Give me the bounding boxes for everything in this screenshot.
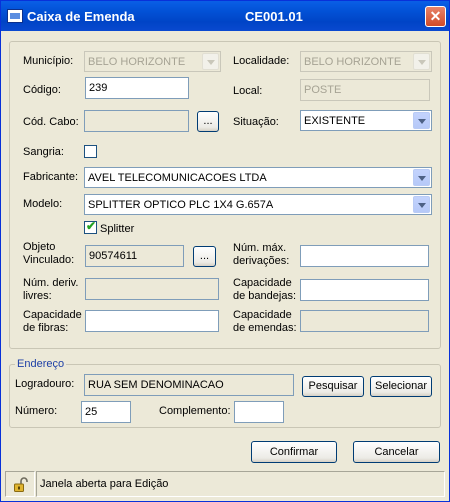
window-icon xyxy=(7,9,23,23)
close-icon[interactable]: ✕ xyxy=(425,6,446,27)
codigo-label: Código: xyxy=(23,84,61,96)
num-max-derivacoes-input[interactable] xyxy=(300,245,429,267)
modelo-label: Modelo: xyxy=(23,198,63,210)
num-deriv-label-line1: Núm. deriv. xyxy=(23,277,79,289)
fabricante-value: AVEL TELECOMUNICACOES LTDA xyxy=(88,172,267,184)
local-input[interactable]: POSTE xyxy=(300,79,430,101)
local-label: Local: xyxy=(233,85,263,97)
cod-cabo-input[interactable] xyxy=(84,110,189,132)
chevron-down-icon xyxy=(202,53,219,70)
num-max-label-line1: Núm. máx. xyxy=(233,242,287,254)
num-deriv-label-line2: livres: xyxy=(23,290,52,302)
sangria-checkbox[interactable] xyxy=(84,145,97,158)
objeto-browse-button[interactable]: ... xyxy=(193,246,216,267)
municipio-select[interactable]: BELO HORIZONTE xyxy=(84,51,221,72)
cap-fibras-label-line1: Capacidade xyxy=(23,309,82,321)
objeto-label-line2: Vinculado: xyxy=(23,254,75,266)
complemento-input[interactable] xyxy=(234,401,284,423)
cap-emendas-label-line1: Capacidade xyxy=(233,309,292,321)
cancelar-button[interactable]: Cancelar xyxy=(353,441,440,463)
modelo-value: SPLITTER OPTICO PLC 1X4 G.657A xyxy=(88,199,274,211)
cap-emendas-input[interactable] xyxy=(300,310,429,332)
localidade-label: Localidade: xyxy=(233,55,290,67)
padlock-open-icon xyxy=(14,477,28,492)
complemento-label: Complemento: xyxy=(159,405,231,417)
selecionar-button[interactable]: Selecionar xyxy=(370,376,432,397)
cap-bandejas-label-line2: de bandejas: xyxy=(233,290,296,302)
cod-cabo-browse-button[interactable]: ... xyxy=(197,111,219,132)
localidade-value: BELO HORIZONTE xyxy=(304,56,402,68)
situacao-label: Situação: xyxy=(233,116,279,128)
chevron-down-icon xyxy=(413,196,430,213)
municipio-label: Município: xyxy=(23,55,74,67)
fabricante-select[interactable]: AVEL TELECOMUNICACOES LTDA xyxy=(84,167,432,188)
splitter-checkbox[interactable]: ✔ xyxy=(84,219,97,234)
objeto-vinculado-input[interactable]: 90574611 xyxy=(85,245,184,267)
window-code: CE001.01 xyxy=(245,9,303,24)
window-title: Caixa de Emenda xyxy=(27,9,135,24)
title-bar[interactable]: Caixa de Emenda CE001.01 ✕ xyxy=(1,1,449,31)
cod-cabo-label: Cód. Cabo: xyxy=(23,116,79,128)
status-icon-cell xyxy=(5,471,35,497)
logradouro-input[interactable]: RUA SEM DENOMINACAO xyxy=(84,374,294,396)
cap-fibras-label-line2: de fibras: xyxy=(23,322,69,334)
checkmark-icon: ✔ xyxy=(85,219,97,233)
chevron-down-icon xyxy=(413,169,430,186)
cap-bandejas-input[interactable] xyxy=(300,279,429,301)
chevron-down-icon xyxy=(413,112,430,129)
situacao-value: EXISTENTE xyxy=(304,115,366,127)
localidade-select[interactable]: BELO HORIZONTE xyxy=(300,51,432,72)
confirmar-button[interactable]: Confirmar xyxy=(251,441,337,463)
objeto-label-line1: Objeto xyxy=(23,241,56,253)
situacao-select[interactable]: EXISTENTE xyxy=(300,110,432,131)
chevron-down-icon xyxy=(413,53,430,70)
status-bar: Janela aberta para Edição xyxy=(5,471,445,497)
cap-bandejas-label-line1: Capacidade xyxy=(233,277,292,289)
numero-input[interactable]: 25 xyxy=(81,401,131,423)
logradouro-label: Logradouro: xyxy=(15,378,75,390)
num-max-label-line2: derivações: xyxy=(233,255,290,267)
numero-label: Número: xyxy=(15,405,58,417)
status-text: Janela aberta para Edição xyxy=(36,471,445,497)
splitter-label[interactable]: Splitter xyxy=(100,223,134,235)
sangria-label: Sangria: xyxy=(23,146,64,158)
dialog-window: Caixa de Emenda CE001.01 ✕ Município: BE… xyxy=(0,0,450,502)
endereco-legend: Endereço xyxy=(15,358,67,370)
modelo-select[interactable]: SPLITTER OPTICO PLC 1X4 G.657A xyxy=(84,194,432,215)
cap-emendas-label-line2: de emendas: xyxy=(233,322,297,334)
pesquisar-button[interactable]: Pesquisar xyxy=(302,376,364,397)
fabricante-label: Fabricante: xyxy=(23,171,79,183)
num-deriv-livres-input[interactable] xyxy=(85,278,219,300)
municipio-value: BELO HORIZONTE xyxy=(88,56,186,68)
codigo-input[interactable]: 239 xyxy=(85,77,189,99)
cap-fibras-input[interactable] xyxy=(85,310,219,332)
